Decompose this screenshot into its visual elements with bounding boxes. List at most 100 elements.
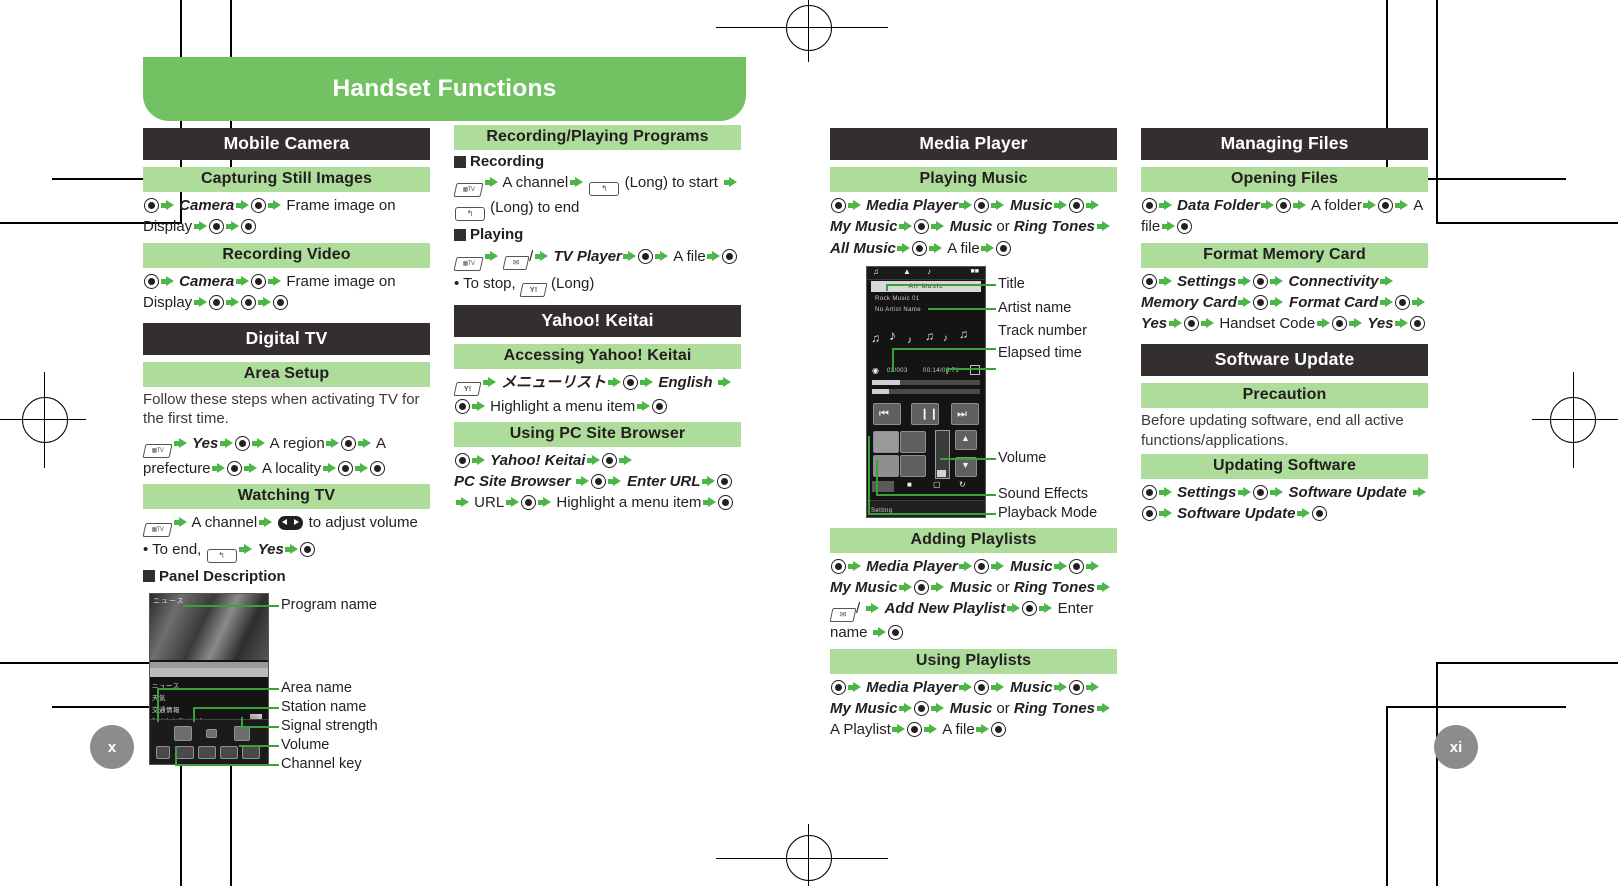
tv-soft-key-3[interactable] <box>198 746 216 760</box>
arrow-icon <box>1158 275 1172 287</box>
select-key-icon <box>1141 484 1157 500</box>
arrow-icon <box>981 242 995 254</box>
select-key-icon <box>830 679 846 695</box>
subsection-using-playlists: Using Playlists <box>830 648 1117 674</box>
arrow-icon <box>193 296 207 308</box>
select-key-icon <box>914 580 930 596</box>
subsection-recording: Recording <box>454 153 741 170</box>
select-key-icon <box>1410 316 1426 332</box>
mp-note-1: ♫ <box>871 330 880 345</box>
section-heading-media-player: Media Player <box>830 128 1117 160</box>
leader-sound-effects-v <box>876 459 878 496</box>
steps-using-pc-site-browser: Yahoo! Keitai PC Site Browser Enter URL … <box>454 450 741 514</box>
leader-signal-strength-v <box>241 717 243 728</box>
tv-soft-key-2[interactable] <box>176 746 194 760</box>
subsection-precaution: Precaution <box>1141 383 1428 409</box>
arrow-icon <box>1395 200 1409 211</box>
arrow-icon <box>537 497 551 508</box>
subsection-opening-files: Opening Files <box>1141 167 1428 192</box>
select-key-icon <box>1312 506 1328 522</box>
select-key-icon <box>272 294 288 310</box>
subsection-using-pc-site-browser: Using PC Site Browser <box>454 421 741 447</box>
bullet-square-icon <box>143 570 155 583</box>
label-artist-name: Artist name <box>998 299 1072 316</box>
column-media-player: Media Player Playing Music Media Player … <box>829 128 1117 746</box>
slash-separator: / <box>529 247 534 265</box>
arrow-icon <box>251 437 265 449</box>
mp-playback-mode-button[interactable] <box>873 430 899 453</box>
leader-area-name <box>157 688 279 691</box>
select-key-icon <box>250 273 266 289</box>
mp-bottom-icon-2: ▢ <box>933 479 941 489</box>
select-key-icon <box>717 495 733 511</box>
label-area-name: Area name <box>281 680 352 697</box>
select-key-icon <box>1252 273 1268 289</box>
section-heading-yahoo-keitai: Yahoo! Keitai <box>454 304 741 337</box>
arrow-icon <box>899 582 913 593</box>
tv-soft-key-5[interactable] <box>242 746 260 760</box>
arrow-icon <box>608 476 622 487</box>
select-key-icon <box>722 248 738 264</box>
select-key-icon <box>234 435 250 451</box>
subsection-watching-tv: Watching TV <box>143 483 430 509</box>
mp-extra-button-2[interactable] <box>900 454 926 477</box>
select-key-icon <box>1069 198 1085 213</box>
arrow-icon <box>1261 200 1275 211</box>
arrow-icon <box>959 200 973 211</box>
steps-area-setup: ▦TV Yes A region A prefecture A locality <box>142 434 386 477</box>
bullet-square-icon <box>454 228 466 241</box>
subsection-playing: Playing <box>454 226 741 243</box>
tv-soft-key-4[interactable] <box>220 746 238 760</box>
mp-progress-bar-2[interactable] <box>872 388 980 394</box>
mp-volume-slider[interactable] <box>935 429 950 479</box>
tv-info-bar <box>150 668 268 678</box>
select-key-icon <box>143 273 159 289</box>
leader-elapsed-time-v <box>946 367 948 374</box>
tv-center-button[interactable] <box>206 729 217 739</box>
steps-adding-playlists: Media Player Music My Music Music or Rin… <box>829 556 1117 644</box>
back-key-icon: ↰ <box>206 548 237 563</box>
arrow-icon <box>636 400 650 412</box>
mp-progress-bar[interactable] <box>872 379 980 385</box>
mp-note-4: ♫ <box>925 328 934 343</box>
arrow-icon <box>257 296 271 308</box>
mp-status-icon-2: ▲ <box>903 266 911 276</box>
leader-artist-name <box>928 307 996 310</box>
column-recording-yahoo: Recording/Playing Programs Recording ▦TV… <box>453 125 741 519</box>
mp-note-6: ♫ <box>959 326 968 341</box>
leader-station-name-v <box>193 707 195 723</box>
tv-volume-button[interactable] <box>234 726 250 742</box>
arrow-icon <box>847 200 861 211</box>
mp-status-icon-3: ♪ <box>927 266 931 276</box>
arrow-icon <box>1380 275 1394 287</box>
next-track-icon: ⏭ <box>957 407 967 420</box>
steps-recording-video: Camera Frame image on Display <box>143 272 396 311</box>
arrow-icon <box>931 582 945 593</box>
arrow-icon <box>1238 296 1252 308</box>
steps-accessing-yahoo-keitai: Y! メニューリスト English Highlight a menu item <box>453 372 741 417</box>
leader-track-number <box>892 347 996 350</box>
tv-panel-screenshot: ニュース ニュース 天気 交通情報 Test 1ch Digital 1 <box>149 593 269 766</box>
arrow-icon <box>1200 318 1214 329</box>
label-elapsed-time: Elapsed time <box>998 344 1082 361</box>
arrow-icon <box>892 724 906 735</box>
mp-note-3: ♪ <box>907 334 912 346</box>
tv-channel-key-button[interactable] <box>174 726 192 742</box>
back-key-icon: ↰ <box>455 207 485 222</box>
leader-volume <box>239 745 279 748</box>
slash-separator: / <box>856 600 861 618</box>
arrow-icon <box>160 275 174 287</box>
arrow-icon <box>991 681 1005 693</box>
subsection-area-setup: Area Setup <box>143 362 430 388</box>
arrow-icon <box>173 516 187 528</box>
arrow-icon <box>193 221 207 232</box>
select-key-icon <box>208 219 224 235</box>
arrow-icon <box>482 376 496 388</box>
mp-extra-button-1[interactable] <box>900 430 926 453</box>
label-playback-mode: Playback Mode <box>998 504 1098 521</box>
arrow-icon <box>1269 275 1283 287</box>
select-key-icon <box>912 240 928 256</box>
folio-right: xi <box>1434 725 1478 769</box>
tv-soft-key-1[interactable] <box>156 746 170 760</box>
arrow-icon <box>623 250 637 262</box>
